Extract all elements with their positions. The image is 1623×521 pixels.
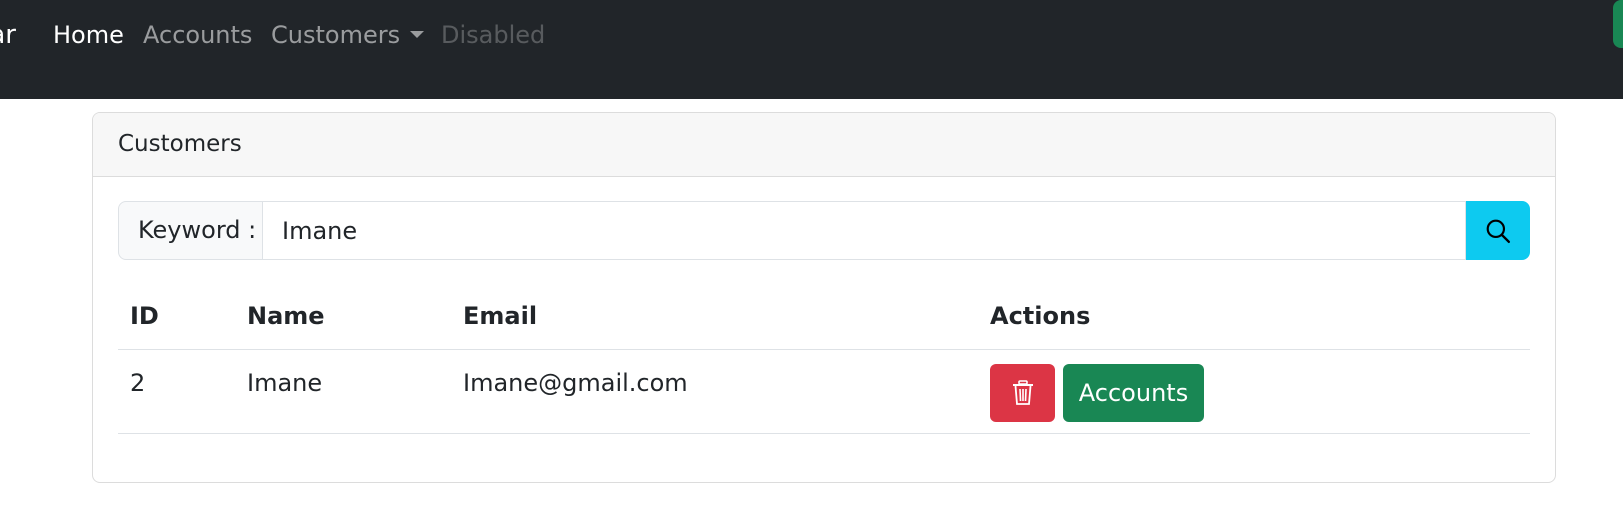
customer-accounts-button[interactable]: Accounts	[1063, 363, 1204, 422]
cell-name: Imane	[235, 349, 451, 434]
trash-icon	[1012, 379, 1033, 405]
column-header-actions: Actions	[978, 283, 1530, 350]
nav-link-disabled: Disabled	[441, 21, 546, 49]
nav-link-home[interactable]: Home	[53, 18, 124, 52]
cell-actions: Accounts	[978, 349, 1530, 434]
customers-card: Customers Keyword : ID Name Email Action…	[92, 112, 1556, 483]
cell-id: 2	[118, 349, 235, 434]
column-header-name: Name	[235, 283, 451, 350]
cell-email: Imane@gmail.com	[451, 349, 978, 434]
column-header-id: ID	[118, 283, 235, 350]
card-title: Customers	[93, 113, 1555, 177]
keyword-input[interactable]	[263, 201, 1466, 260]
nav-link-customers-dropdown[interactable]: Customers	[271, 18, 425, 52]
nav-link-accounts[interactable]: Accounts	[143, 18, 252, 52]
delete-customer-button[interactable]	[990, 363, 1055, 422]
customers-table: ID Name Email Actions 2 Imane Imane@gmai…	[118, 283, 1530, 434]
nav-link-customers-label: Customers	[271, 21, 401, 49]
navbar-right-button[interactable]	[1613, 0, 1623, 48]
keyword-label: Keyword :	[118, 201, 263, 260]
column-header-email: Email	[451, 283, 978, 350]
navbar-brand[interactable]: ar	[0, 18, 16, 52]
chevron-down-icon	[410, 30, 425, 38]
navbar-brand-text: ar	[0, 20, 16, 50]
search-icon	[1486, 219, 1511, 243]
search-form: Keyword :	[118, 201, 1530, 260]
search-button[interactable]	[1466, 201, 1530, 260]
table-row: 2 Imane Imane@gmail.com Accounts	[118, 349, 1530, 434]
top-navbar: ar Home Accounts Customers Disabled	[0, 0, 1623, 99]
table-header-row: ID Name Email Actions	[118, 283, 1530, 350]
